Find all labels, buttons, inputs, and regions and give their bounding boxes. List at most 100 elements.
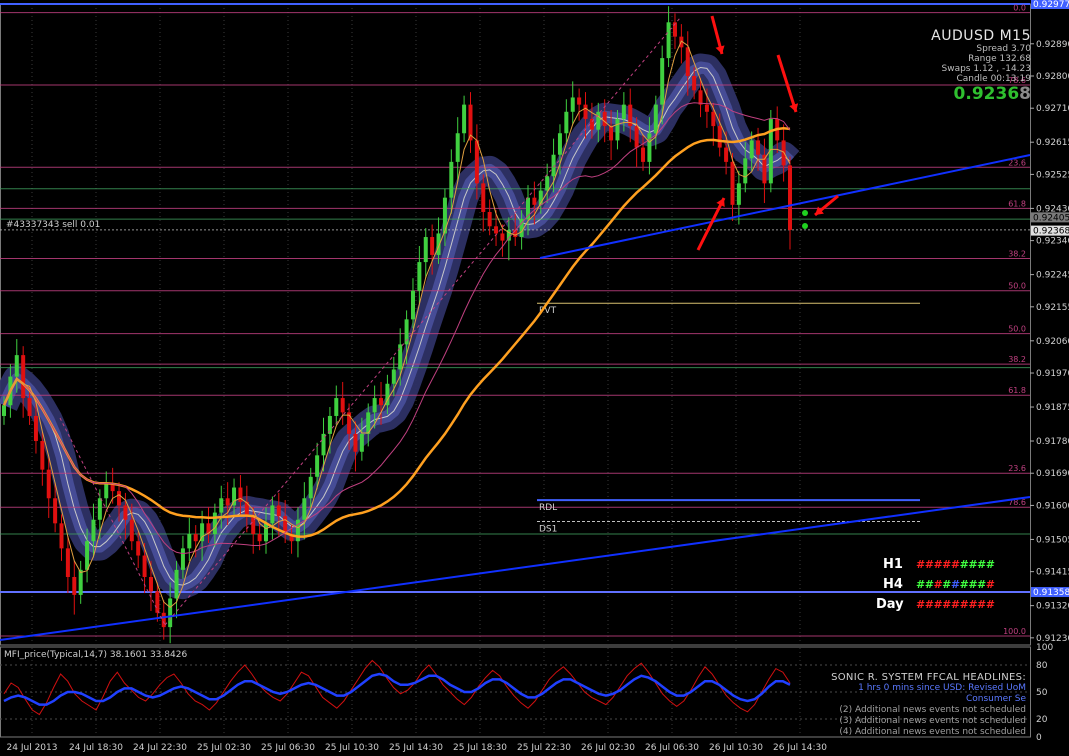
range-value: Range 132.68	[968, 54, 1031, 64]
fib-level-label: 38.2	[1008, 250, 1026, 259]
price-main: 0.9236	[953, 84, 1020, 104]
tf-signal-mark: #	[959, 558, 969, 571]
price-tag-label: 0.92405	[1033, 213, 1069, 223]
candle-body	[33, 415, 38, 442]
candle-body	[212, 512, 217, 535]
candle-body	[264, 523, 268, 542]
mfi-tick-label: 0	[1036, 733, 1042, 743]
tf-signal-bar: #########	[916, 598, 995, 611]
chart-window: { "chart_data": [ { "type": "candlestick…	[0, 0, 1069, 756]
candle-body	[334, 398, 339, 416]
swaps-value: Swaps 1.12 , -14.23	[941, 64, 1032, 74]
fib-level-label: 61.8	[1008, 199, 1026, 208]
tf-label: H4	[883, 577, 903, 592]
candle-body	[117, 491, 122, 506]
price-tag-label: 0.91358	[1033, 588, 1069, 598]
time-axis: 24 Jul 2013 24 Jul 18:30 24 Jul 22:30 25 Ju…	[7, 743, 828, 753]
price-tick-label: 0.92155	[1036, 303, 1069, 313]
candle-body	[129, 519, 134, 542]
candle-body	[72, 577, 77, 595]
mfi-tick-label: 50	[1036, 688, 1048, 698]
tf-signal-mark: #	[933, 558, 943, 571]
fib-level-label: 50.0	[1008, 282, 1026, 291]
price-chart: 0.078.623.661.838.250.050.038.261.823.67…	[0, 0, 1069, 753]
price-tick-label: 0.92060	[1036, 337, 1069, 347]
price-tag-label: 0.92368	[1033, 227, 1069, 237]
mfi-tick-label: 100	[1036, 643, 1053, 653]
candle-body	[168, 598, 173, 628]
candle-body	[142, 555, 147, 578]
time-tick-label: 25 Jul 02:30	[197, 743, 251, 753]
price-last-digit: 8	[1019, 84, 1031, 104]
price-tick-label: 0.92245	[1036, 271, 1069, 281]
tf-signal-mark: #	[942, 598, 951, 611]
candle-body	[91, 519, 96, 542]
time-tick-label: 26 Jul 02:30	[581, 743, 635, 753]
candle-body	[398, 344, 403, 370]
tf-signal-mark: #	[968, 558, 978, 571]
news-line-3: (3) Additional news events not scheduled	[839, 716, 1026, 726]
current-price-display: 0.92368	[931, 84, 1031, 104]
price-tick-label: 0.91875	[1036, 403, 1069, 413]
time-tick-label: 25 Jul 10:30	[325, 743, 379, 753]
candle-body	[717, 126, 722, 148]
candle-body	[449, 161, 454, 198]
candle-body	[532, 197, 537, 205]
candle-body	[602, 111, 607, 127]
news-line-4: (4) Additional news events not scheduled	[839, 727, 1026, 737]
candle-body	[423, 237, 428, 263]
candle-body	[564, 111, 569, 134]
candle-body	[315, 455, 320, 477]
candle-body	[302, 498, 307, 520]
candle-body	[609, 126, 614, 141]
candle-timer: Candle 00:13:19	[956, 74, 1031, 84]
candle-body	[85, 541, 90, 570]
price-tick-label: 0.92800	[1036, 72, 1069, 82]
price-tick-label: 0.91320	[1036, 602, 1069, 612]
candle-body	[353, 433, 358, 452]
price-tick-label: 0.92890	[1036, 40, 1069, 50]
candle-body	[65, 548, 70, 578]
news-line-1: 1 hrs 0 mins since USD: Revised UoM Cons…	[858, 683, 1026, 704]
candle-body	[704, 104, 709, 112]
candle-body	[372, 398, 377, 413]
candle-body	[410, 290, 415, 320]
tf-signal-mark: #	[942, 558, 951, 571]
candle-body	[59, 523, 64, 549]
price-tick-label: 0.91780	[1036, 437, 1069, 447]
fib-level-label: 61.8	[1008, 386, 1026, 395]
fib-level-label: 38.2	[1008, 355, 1026, 364]
candle-body	[653, 104, 658, 134]
pivot-label: DS1	[539, 525, 557, 535]
candle-body	[97, 498, 102, 520]
candle-body	[40, 441, 45, 470]
candle-body	[257, 534, 262, 542]
candle-body	[174, 569, 179, 599]
candle-body	[641, 147, 646, 162]
mfi-tick-label: 80	[1036, 661, 1048, 671]
candle-body	[660, 58, 665, 105]
tf-signal-mark: #	[977, 558, 986, 571]
candle-body	[634, 126, 639, 148]
tf-signal-mark: #	[968, 598, 978, 611]
mfi-tick-label: 20	[1036, 715, 1048, 725]
price-tick-label: 0.92525	[1036, 170, 1069, 180]
price-tick-label: 0.92340	[1036, 237, 1069, 247]
time-tick-label: 24 Jul 2013	[7, 743, 58, 753]
time-tick-label: 24 Jul 18:30	[69, 743, 123, 753]
fib-level-label: 100.0	[1003, 627, 1026, 636]
price-tick-label: 0.91970	[1036, 369, 1069, 379]
candle-body	[711, 111, 716, 127]
candle-body	[621, 104, 626, 119]
candle-body	[225, 498, 230, 506]
candle-body	[647, 133, 652, 162]
tf-signal-mark: #	[985, 558, 995, 571]
news-header: SONIC R. SYSTEM FFCAL HEADLINES:	[831, 672, 1026, 683]
price-tick-label: 0.91505	[1036, 535, 1069, 545]
candle-body	[276, 505, 281, 517]
candle-body	[104, 483, 109, 499]
candle-body	[756, 140, 761, 155]
candle-body	[14, 355, 19, 377]
candle-body	[78, 569, 83, 595]
candle-body	[53, 498, 58, 524]
